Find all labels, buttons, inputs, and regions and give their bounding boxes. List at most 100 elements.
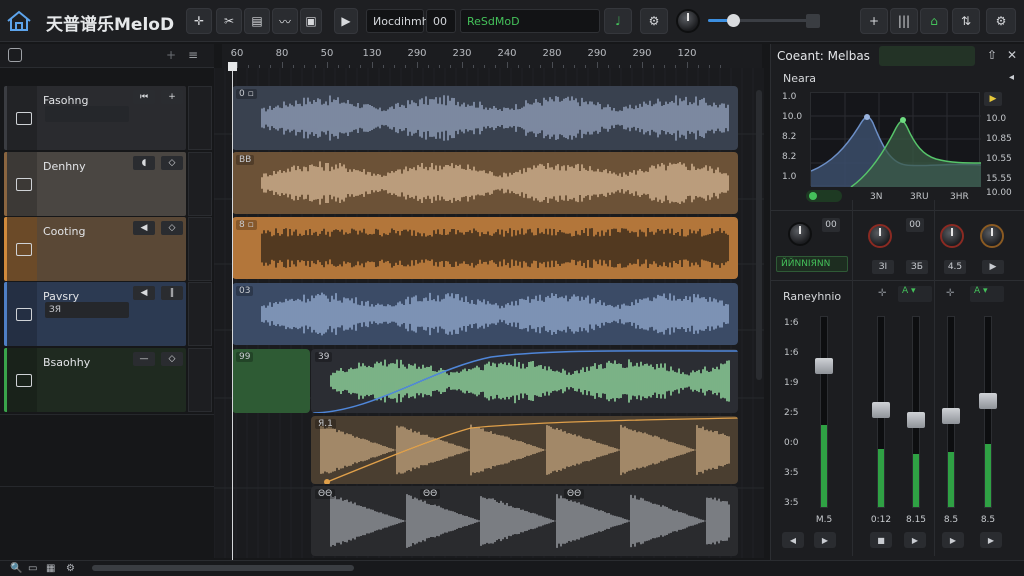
window-icon[interactable]: ▭ <box>28 563 37 574</box>
track-name[interactable]: Cooting <box>43 225 85 238</box>
add-track-icon[interactable] <box>8 48 22 62</box>
status-display[interactable]: ReSdMoD <box>460 9 600 33</box>
track-mute-button[interactable]: ⏮ <box>133 90 155 104</box>
record-button[interactable]: ▣ <box>300 8 322 34</box>
playhead[interactable] <box>232 62 233 560</box>
route-select-1[interactable]: A ▾ <box>898 286 932 302</box>
track-header[interactable]: Bsaohhy — ◇ <box>4 348 186 412</box>
eq-graph[interactable] <box>810 92 982 188</box>
pin-icon[interactable]: ⇧ <box>987 48 997 62</box>
gain-knob[interactable] <box>788 222 812 246</box>
grid-view-button[interactable]: ||| <box>890 8 918 34</box>
wave-tool-button[interactable]: 〰 <box>272 8 298 34</box>
grid-icon[interactable]: ▦ <box>46 563 55 574</box>
track-meter <box>188 86 212 150</box>
cut-tool-button[interactable]: ✂ <box>216 8 242 34</box>
fader-handle[interactable] <box>815 358 833 374</box>
channel-transport-button[interactable]: ◀ <box>782 532 804 548</box>
ruler-tick-label: 60 <box>230 48 244 59</box>
empty-track-row <box>0 486 214 556</box>
channel-fader[interactable] <box>820 316 828 508</box>
channel-label: 8.5 <box>943 515 959 525</box>
sort-button[interactable]: ⇅ <box>952 8 980 34</box>
track-header[interactable]: Pavsry ◀ ‖ ЗЯ <box>4 282 186 346</box>
channel-transport-button[interactable]: ▶ <box>942 532 964 548</box>
audio-clip[interactable]: ΘΘ <box>311 486 738 556</box>
send-knob-1[interactable] <box>868 224 892 248</box>
settings-icon[interactable]: ⚙ <box>66 563 75 574</box>
track-type-icon <box>16 308 32 321</box>
track-header[interactable]: Denhny ◖ ◇ <box>4 152 186 216</box>
bar-display[interactable]: 00 <box>426 9 456 33</box>
collapse-icon[interactable]: ◂ <box>1009 72 1014 83</box>
vertical-scrollbar[interactable] <box>756 90 762 380</box>
timeline-ruler[interactable]: 60 80 50 130 290 230 240 280 290 290 120 <box>222 44 762 68</box>
channel-fader[interactable] <box>984 316 992 508</box>
track-mute-button[interactable]: — <box>133 352 155 366</box>
move-icon[interactable]: ✛ <box>946 288 954 299</box>
audio-clip[interactable]: Я.1 <box>311 416 738 484</box>
track-mute-button[interactable]: ◀ <box>133 286 155 300</box>
home-view-button[interactable]: ⌂ <box>920 8 948 34</box>
track-input-field[interactable] <box>45 106 129 122</box>
audio-clip[interactable]: 39 <box>311 349 738 413</box>
audio-clip[interactable]: ΒΒ <box>232 152 738 214</box>
search-icon[interactable]: 🔍 <box>10 563 22 574</box>
track-name[interactable]: Denhny <box>43 160 86 173</box>
channel-transport-button[interactable]: ▶ <box>814 532 836 548</box>
master-volume-thumb[interactable] <box>727 14 740 27</box>
track-mute-button[interactable]: ◀ <box>133 221 155 235</box>
audio-clip[interactable]: 99 <box>232 349 310 413</box>
channel-transport-button[interactable]: ▶ <box>980 532 1002 548</box>
eq-toggle[interactable] <box>806 190 842 202</box>
metronome-gear-button[interactable]: ⚙ <box>640 8 668 34</box>
preset-field[interactable] <box>879 46 975 66</box>
track-header[interactable]: Cooting ◀ ◇ <box>4 217 186 281</box>
route-select-2[interactable]: A ▾ <box>970 286 1004 302</box>
home-logo-icon[interactable] <box>6 10 32 32</box>
master-volume-slider[interactable] <box>708 14 820 27</box>
add-track-button[interactable]: + <box>860 8 888 34</box>
channel-transport-button[interactable]: ■ <box>870 532 892 548</box>
tempo-button[interactable]: ♩ <box>604 8 632 34</box>
settings-button[interactable]: ⚙ <box>986 8 1016 34</box>
horizontal-scrollbar[interactable] <box>92 565 354 571</box>
track-solo-button[interactable]: ◇ <box>161 352 183 366</box>
track-meter <box>188 348 212 412</box>
plus-icon[interactable]: + <box>166 48 176 62</box>
master-knob[interactable] <box>676 9 700 33</box>
fader-handle[interactable] <box>907 412 925 428</box>
waveform <box>320 417 738 484</box>
audio-clip[interactable]: 8 ▫ <box>232 217 738 279</box>
track-header[interactable]: Fasohng ⏮ + <box>4 86 186 150</box>
level-meter <box>913 454 919 507</box>
send-knob-3[interactable] <box>980 224 1004 248</box>
fader-handle[interactable] <box>872 402 890 418</box>
audio-clip[interactable]: 03 <box>232 283 738 345</box>
track-mute-button[interactable]: ◖ <box>133 156 155 170</box>
knob-option-button[interactable]: 00 <box>822 218 840 232</box>
position-display[interactable]: Иocdihmh <box>366 9 429 33</box>
audio-clip[interactable]: 0 ▫ <box>232 86 738 150</box>
eq-play-button[interactable]: ▶ <box>984 92 1002 106</box>
list-icon[interactable]: ≡ <box>188 48 198 62</box>
move-icon[interactable]: ✛ <box>878 288 886 299</box>
send-option-button[interactable]: 00 <box>906 218 924 232</box>
track-solo-button[interactable]: + <box>161 90 183 104</box>
track-input-field[interactable]: ЗЯ <box>45 302 129 318</box>
preset-select[interactable]: ЙЙNNIЯNN <box>776 256 848 272</box>
play-button[interactable]: ▶ <box>334 8 358 34</box>
track-solo-button[interactable]: ‖ <box>161 286 183 300</box>
fader-handle[interactable] <box>942 408 960 424</box>
stack-tool-button[interactable]: ▤ <box>244 8 270 34</box>
fader-handle[interactable] <box>979 393 997 409</box>
channel-transport-button[interactable]: ▶ <box>904 532 926 548</box>
track-name[interactable]: Bsaohhy <box>43 356 90 369</box>
track-solo-button[interactable]: ◇ <box>161 156 183 170</box>
playhead-handle[interactable] <box>228 62 237 71</box>
send-knob-2[interactable] <box>940 224 964 248</box>
knob-play-button[interactable]: ▶ <box>982 260 1004 274</box>
move-tool-button[interactable]: ✛ <box>186 8 212 34</box>
track-solo-button[interactable]: ◇ <box>161 221 183 235</box>
close-icon[interactable]: ✕ <box>1007 48 1017 62</box>
